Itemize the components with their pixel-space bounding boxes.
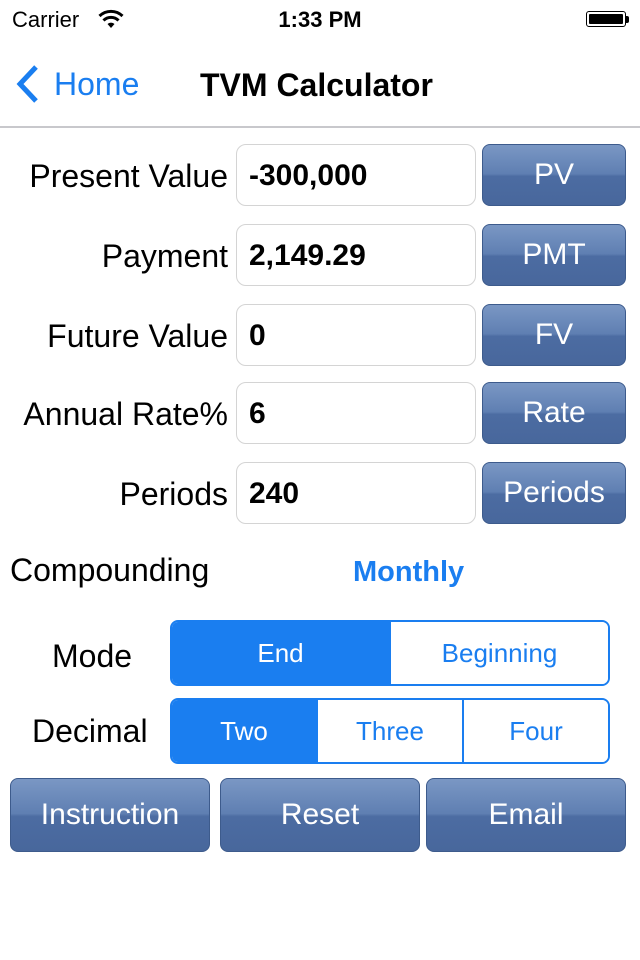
rate-button[interactable]: Rate bbox=[482, 382, 626, 444]
decimal-segmented-control: Two Three Four bbox=[170, 698, 610, 764]
back-button[interactable]: Home bbox=[14, 64, 139, 104]
future-value-row: Future Value 0 FV bbox=[0, 304, 640, 366]
mode-segmented-control: End Beginning bbox=[170, 620, 610, 686]
compounding-selector[interactable]: Monthly bbox=[353, 556, 464, 589]
future-value-label: Future Value bbox=[47, 318, 228, 354]
chevron-left-icon bbox=[16, 65, 38, 103]
status-bar: Carrier 1:33 PM bbox=[0, 0, 640, 40]
periods-label: Periods bbox=[119, 476, 229, 512]
payment-label: Payment bbox=[101, 238, 228, 274]
pmt-button[interactable]: PMT bbox=[482, 224, 626, 286]
periods-button[interactable]: Periods bbox=[482, 462, 626, 524]
present-value-input[interactable]: -300,000 bbox=[236, 144, 476, 206]
decimal-option-four[interactable]: Four bbox=[462, 700, 608, 762]
decimal-label: Decimal bbox=[32, 713, 148, 749]
annual-rate-label: Annual Rate% bbox=[23, 396, 228, 432]
payment-row: Payment 2,149.29 PMT bbox=[0, 224, 640, 286]
mode-label: Mode bbox=[52, 638, 133, 674]
present-value-row: Present Value -300,000 PV bbox=[0, 144, 640, 206]
battery-icon bbox=[586, 11, 629, 29]
mode-option-beginning[interactable]: Beginning bbox=[389, 622, 608, 684]
present-value-label: Present Value bbox=[29, 158, 228, 194]
decimal-option-three[interactable]: Three bbox=[316, 700, 462, 762]
reset-button[interactable]: Reset bbox=[220, 778, 420, 852]
periods-row: Periods 240 Periods bbox=[0, 462, 640, 524]
status-time: 1:33 PM bbox=[278, 7, 362, 32]
back-label: Home bbox=[54, 65, 140, 102]
fv-button[interactable]: FV bbox=[482, 304, 626, 366]
navigation-bar: Home TVM Calculator bbox=[0, 40, 640, 128]
mode-option-end[interactable]: End bbox=[172, 622, 389, 684]
periods-input[interactable]: 240 bbox=[236, 462, 476, 524]
page-title: TVM Calculator bbox=[200, 67, 433, 103]
future-value-input[interactable]: 0 bbox=[236, 304, 476, 366]
pv-button[interactable]: PV bbox=[482, 144, 626, 206]
decimal-option-two[interactable]: Two bbox=[172, 700, 316, 762]
email-button[interactable]: Email bbox=[426, 778, 626, 852]
annual-rate-input[interactable]: 6 bbox=[236, 382, 476, 444]
compounding-label: Compounding bbox=[10, 552, 210, 588]
annual-rate-row: Annual Rate% 6 Rate bbox=[0, 382, 640, 444]
instruction-button[interactable]: Instruction bbox=[10, 778, 210, 852]
payment-input[interactable]: 2,149.29 bbox=[236, 224, 476, 286]
